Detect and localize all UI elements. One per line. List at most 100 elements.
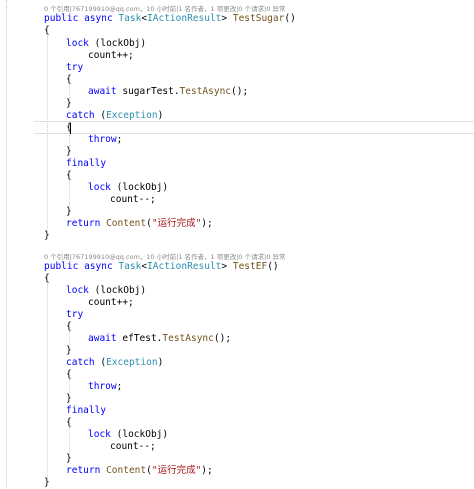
parens: (): [284, 13, 296, 24]
method-signature-2: public async Task<IActionResult> TestEF(…: [44, 261, 474, 273]
return-statement: return Content("运行完成");: [66, 218, 474, 230]
indent-guide: [47, 284, 48, 478]
lock-arg: (lockObj): [94, 38, 147, 49]
finally-brace-close-2: }: [66, 453, 72, 464]
try-keyword: try: [66, 62, 474, 74]
brace-close-2: }: [44, 477, 50, 488]
keyword-throw: throw: [88, 134, 117, 145]
indent-guide: [69, 379, 70, 393]
lock-arg: (lockObj): [116, 182, 169, 193]
return-statement-2: return Content("运行完成");: [66, 465, 474, 477]
type-task: Task: [118, 13, 142, 24]
lock-statement-3: lock (lockObj): [66, 285, 474, 297]
indent-guide: [69, 84, 70, 98]
try-brace-open-2: {: [66, 321, 72, 332]
method-signature: public async Task<IActionResult> TestSug…: [44, 13, 474, 25]
keyword-return: return: [66, 218, 101, 229]
keyword-async: async: [84, 261, 113, 272]
await-rest: ();: [213, 333, 232, 344]
indent-guide: [69, 427, 70, 453]
return-string: "运行完成": [151, 465, 202, 476]
finally-brace-open: {: [66, 170, 72, 181]
count-increment: count++;: [88, 50, 134, 61]
throw-semi: ;: [116, 381, 123, 392]
await-statement-2: await efTest.TestAsync();: [88, 333, 474, 345]
catch-brace-open-2: {: [66, 369, 72, 380]
catch-brace-close: }: [66, 146, 72, 157]
finally-brace-close: }: [66, 206, 72, 217]
keyword-return: return: [66, 465, 101, 476]
type-exception: Exception: [106, 357, 158, 368]
text-caret: [70, 123, 71, 134]
editor-gutter: [0, 0, 34, 488]
count-decrement: count--;: [110, 194, 156, 205]
count-increment-2: count++;: [88, 297, 134, 308]
await-object-2: efTest.: [122, 333, 163, 344]
try-brace-open: {: [66, 74, 72, 85]
try-keyword-2: try: [66, 309, 474, 321]
throw-statement-2: throw;: [88, 381, 474, 393]
return-string: "运行完成": [151, 218, 202, 229]
keyword-try: try: [66, 309, 84, 320]
type-iactionresult: IActionResult: [147, 261, 222, 272]
return-method: Content: [106, 465, 147, 476]
type-exception: Exception: [106, 110, 158, 121]
lock-statement-2: lock (lockObj): [88, 182, 474, 194]
brace-open: {: [44, 25, 50, 36]
keyword-async: async: [84, 13, 113, 24]
outline-fold-line: [6, 0, 7, 488]
keyword-lock: lock: [66, 285, 89, 296]
indent-guide: [69, 331, 70, 345]
catch-brace-open: {: [66, 122, 72, 133]
generic-close: >: [221, 261, 228, 272]
keyword-public: public: [44, 261, 79, 272]
try-brace-close: }: [66, 98, 72, 109]
catch-clause-2: catch (Exception): [66, 357, 474, 369]
lock-statement-4: lock (lockObj): [88, 429, 474, 441]
return-close: );: [201, 218, 213, 229]
catch-brace-close-2: }: [66, 393, 72, 404]
lock-statement: lock (lockObj): [66, 38, 474, 50]
indent-guide: [69, 132, 70, 146]
keyword-catch: catch: [66, 357, 95, 368]
count-decrement-2: count--;: [110, 441, 156, 452]
catch-close: ): [157, 357, 164, 368]
method-name-2: TestEF: [232, 261, 268, 272]
lock-arg: (lockObj): [94, 285, 147, 296]
keyword-throw: throw: [88, 381, 117, 392]
return-method: Content: [106, 218, 147, 229]
indent-guide: [69, 180, 70, 206]
throw-semi: ;: [116, 134, 123, 145]
keyword-public: public: [44, 13, 79, 24]
await-object: sugarTest.: [122, 86, 180, 97]
type-iactionresult: IActionResult: [147, 13, 222, 24]
keyword-await: await: [88, 86, 117, 97]
indent-guide: [47, 36, 48, 232]
catch-close: ): [157, 110, 164, 121]
parens: (): [267, 261, 279, 272]
try-brace-close-2: }: [66, 345, 72, 356]
generic-close: >: [221, 13, 228, 24]
type-task: Task: [118, 261, 142, 272]
keyword-catch: catch: [66, 110, 95, 121]
keyword-lock: lock: [88, 429, 111, 440]
lock-arg: (lockObj): [116, 429, 169, 440]
code-editor[interactable]: 0 个引用|767199910@qq.com，10 小时前|1 名作者，1 项更…: [34, 0, 474, 488]
keyword-await: await: [88, 333, 117, 344]
keyword-try: try: [66, 62, 84, 73]
throw-statement: throw;: [88, 134, 474, 146]
keyword-finally: finally: [66, 405, 107, 416]
await-statement: await sugarTest.TestAsync();: [88, 86, 474, 98]
return-close: );: [201, 465, 213, 476]
brace-open-2: {: [44, 273, 50, 284]
method-name: TestSugar: [232, 13, 285, 24]
await-rest: ();: [231, 86, 249, 97]
brace-close: }: [44, 230, 50, 241]
await-method: TestAsync: [179, 86, 232, 97]
finally-keyword-2: finally: [66, 405, 474, 417]
keyword-finally: finally: [66, 158, 107, 169]
finally-keyword: finally: [66, 158, 474, 170]
await-method-2: TestAsync: [162, 333, 214, 344]
finally-brace-open-2: {: [66, 417, 72, 428]
keyword-lock: lock: [66, 38, 89, 49]
